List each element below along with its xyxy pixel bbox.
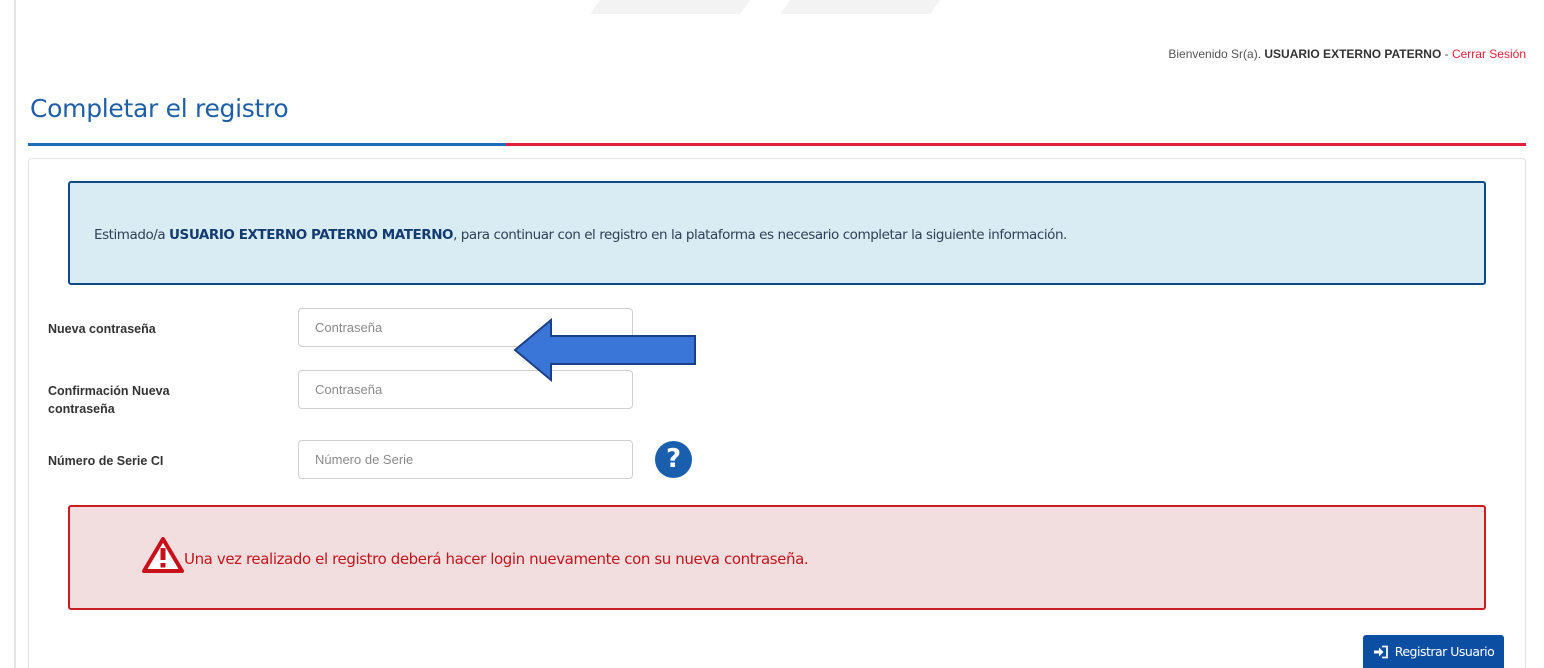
info-prefix: Estimado/a (94, 227, 170, 243)
info-user-name: USUARIO EXTERNO PATERNO MATERNO (169, 227, 454, 243)
warning-alert: Una vez realizado el registro deberá hac… (68, 505, 1486, 610)
info-alert: Estimado/a USUARIO EXTERNO PATERNO MATER… (68, 181, 1486, 285)
welcome-separator: - (1441, 47, 1452, 61)
new-password-label: Nueva contraseña (48, 322, 156, 336)
logout-link[interactable]: Cerrar Sesión (1452, 47, 1526, 61)
title-divider (28, 143, 1526, 146)
warning-triangle-icon (142, 537, 184, 573)
confirm-password-label-line1: Confirmación Nueva (48, 384, 170, 398)
serial-number-input[interactable] (298, 440, 633, 479)
welcome-bar: Bienvenido Sr(a). USUARIO EXTERNO PATERN… (1168, 47, 1526, 61)
welcome-prefix: Bienvenido Sr(a). (1168, 47, 1265, 61)
question-help-icon[interactable]: ? (655, 441, 692, 478)
left-border (14, 0, 16, 668)
info-message: Estimado/a USUARIO EXTERNO PATERNO MATER… (94, 227, 1067, 243)
register-user-label: Registrar Usuario (1394, 644, 1495, 659)
serial-number-label: Número de Serie CI (48, 454, 164, 468)
info-suffix: , para continuar con el registro en la p… (453, 227, 1067, 243)
annotation-arrow-icon (513, 318, 696, 382)
register-user-button[interactable]: Registrar Usuario (1363, 635, 1504, 668)
header-decoration (0, 0, 1544, 18)
warning-message: Una vez realizado el registro deberá hac… (184, 550, 809, 568)
confirm-password-label-line2: contraseña (48, 402, 115, 416)
sign-in-icon (1373, 645, 1388, 658)
page-title: Completar el registro (30, 94, 289, 123)
confirm-password-label: Confirmación Nueva contraseña (48, 382, 170, 418)
user-name: USUARIO EXTERNO PATERNO (1264, 47, 1442, 61)
